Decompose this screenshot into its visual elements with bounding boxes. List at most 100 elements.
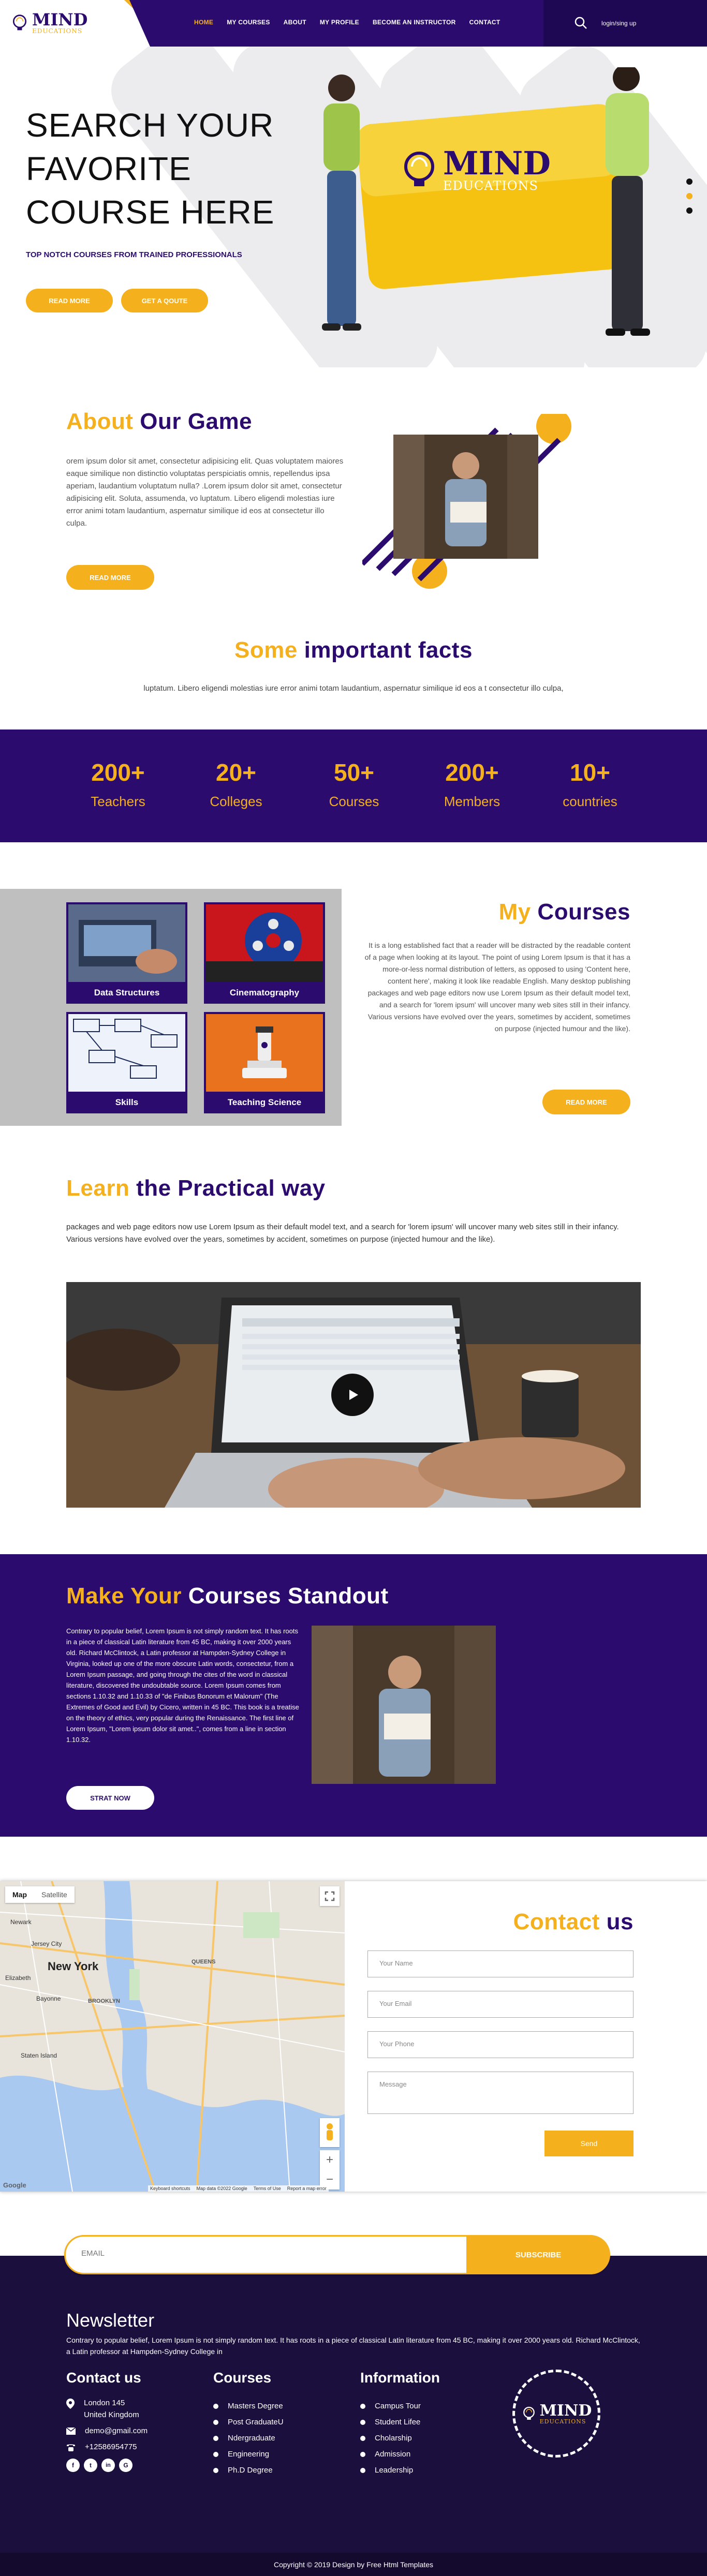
- footer-course-link[interactable]: Engineering: [213, 2450, 284, 2459]
- footer-logo[interactable]: MIND EDUCATIONS: [512, 2370, 600, 2458]
- footer-info-link[interactable]: Leadership: [360, 2466, 421, 2475]
- hero-card-logo: MIND EDUCATIONS: [399, 147, 551, 192]
- standout-title: Make Your Courses Standout: [66, 1583, 389, 1609]
- nav-contact[interactable]: CONTACT: [469, 19, 500, 26]
- course-card-cinematography[interactable]: Cinematography: [204, 902, 325, 1004]
- course-card-skills[interactable]: Skills: [66, 1012, 187, 1113]
- brain-bulb-icon: [12, 14, 27, 31]
- pegman-icon[interactable]: [320, 2118, 340, 2147]
- learn-text: packages and web page editors now use Lo…: [66, 1223, 619, 1244]
- slide-dot[interactable]: [686, 207, 693, 214]
- map-canvas[interactable]: [0, 1881, 345, 2192]
- standout-start-button[interactable]: STRAT NOW: [66, 1786, 154, 1810]
- map-label: QUEENS: [192, 1959, 216, 1965]
- nav-home[interactable]: HOME: [194, 19, 213, 26]
- learn-title: Learn the Practical way: [66, 1175, 326, 1201]
- google-logo: Google: [3, 2181, 26, 2189]
- search-icon[interactable]: [573, 16, 588, 30]
- footer-info-link[interactable]: Admission: [360, 2450, 421, 2459]
- courses-read-more-button[interactable]: READ MORE: [542, 1090, 630, 1114]
- slide-dot-active[interactable]: [686, 193, 693, 199]
- map-label: Newark: [10, 1918, 32, 1926]
- standout-section: Make Your Courses Standout Contrary to p…: [0, 1554, 707, 1837]
- map-label: Staten Island: [21, 2052, 57, 2059]
- facebook-icon[interactable]: f: [66, 2459, 80, 2472]
- nav-my-courses[interactable]: MY COURSES: [227, 19, 270, 26]
- map-label: Elizabeth: [5, 1974, 31, 1982]
- footer-course-link[interactable]: Ph.D Degree: [213, 2466, 284, 2475]
- course-card-teaching-science[interactable]: Teaching Science: [204, 1012, 325, 1113]
- contact-name-field[interactable]: Your Name: [367, 1950, 634, 1977]
- contact-message-field[interactable]: Message: [367, 2072, 634, 2114]
- subscribe-email-input[interactable]: EMAIL: [81, 2249, 105, 2258]
- zoom-out-icon[interactable]: −: [326, 2172, 333, 2187]
- course-card-data-structures[interactable]: Data Structures: [66, 902, 187, 1004]
- footer-courses-list: Masters Degree Post GraduateU Ndergradua…: [213, 2402, 284, 2482]
- course-image: [68, 904, 185, 982]
- footer-info-link[interactable]: Cholarship: [360, 2434, 421, 2443]
- brain-bulb-icon: [404, 152, 434, 186]
- footer-contact-heading: Contact us: [66, 2370, 141, 2386]
- map-tab-map[interactable]: Map: [5, 1886, 34, 1903]
- fullscreen-icon[interactable]: [320, 1886, 340, 1906]
- contact-phone-field[interactable]: Your Phone: [367, 2031, 634, 2058]
- footer-phone[interactable]: +12586954775: [66, 2443, 148, 2451]
- standout-text: Contrary to popular belief, Lorem Ipsum …: [66, 1627, 299, 1744]
- map-tab-satellite[interactable]: Satellite: [34, 1886, 75, 1903]
- footer-info-link[interactable]: Campus Tour: [360, 2402, 421, 2410]
- contact-send-button[interactable]: Send: [544, 2131, 634, 2156]
- course-image: [206, 904, 323, 982]
- map-footer-item[interactable]: Keyboard shortcuts: [150, 2186, 190, 2191]
- phone-icon: [67, 2444, 75, 2451]
- footer-info-link[interactable]: Student Lifee: [360, 2418, 421, 2426]
- subscribe-bar: EMAIL SUBSCRIBE: [64, 2235, 610, 2274]
- linkedin-icon[interactable]: in: [101, 2459, 115, 2472]
- course-image: [68, 1014, 185, 1092]
- about-text: orem ipsum dolor sit amet, consectetur a…: [66, 457, 344, 528]
- login-link[interactable]: login/sing up: [601, 20, 636, 27]
- hero-section: SEARCH YOUR FAVORITE COURSE HERE TOP NOT…: [0, 47, 707, 367]
- facts-text: luptatum. Libero eligendi molestias iure…: [143, 684, 564, 693]
- footer-course-link[interactable]: Ndergraduate: [213, 2434, 284, 2443]
- stats-band: 200+ Teachers 20+ Colleges 50+ Courses 200+…: [0, 729, 707, 842]
- nav-about[interactable]: ABOUT: [284, 19, 306, 26]
- nav-my-profile[interactable]: MY PROFILE: [320, 19, 359, 26]
- hero-illustration: [322, 67, 650, 336]
- mail-icon: [66, 2427, 76, 2435]
- facts-title: Some important facts: [234, 637, 473, 663]
- about-title: About Our Game: [66, 409, 253, 434]
- stat-item: 20+ Colleges: [210, 759, 262, 809]
- main-nav: HOME MY COURSES ABOUT MY PROFILE BECOME …: [194, 19, 500, 26]
- footer-course-link[interactable]: Masters Degree: [213, 2402, 284, 2410]
- course-image: [206, 1014, 323, 1092]
- about-image: [362, 414, 571, 589]
- footer-courses-heading: Courses: [213, 2370, 272, 2386]
- footer-address: London 145 United Kingdom: [66, 2399, 148, 2419]
- footer-course-link[interactable]: Post GraduateU: [213, 2418, 284, 2426]
- map-widget[interactable]: Map Satellite New York BROOKLYN QUEENS J…: [0, 1881, 345, 2192]
- learn-video[interactable]: [66, 1282, 641, 1508]
- twitter-icon[interactable]: t: [84, 2459, 97, 2472]
- hero-subtitle: TOP NOTCH COURSES FROM TRAINED PROFESSIO…: [26, 250, 242, 259]
- zoom-in-icon[interactable]: +: [326, 2153, 333, 2167]
- courses-text: It is a long established fact that a rea…: [364, 941, 630, 1033]
- play-button[interactable]: [331, 1374, 374, 1416]
- google-plus-icon[interactable]: G: [119, 2459, 132, 2472]
- subscribe-button[interactable]: SUBSCRIBE: [466, 2235, 610, 2274]
- stat-item: 200+ Teachers: [91, 759, 145, 809]
- nav-become-instructor[interactable]: BECOME AN INSTRUCTOR: [373, 19, 456, 26]
- contact-email-field[interactable]: Your Email: [367, 1991, 634, 2018]
- map-footer-item[interactable]: Report a map error: [287, 2186, 327, 2191]
- contact-title: Contact us: [513, 1909, 634, 1934]
- play-icon: [349, 1390, 358, 1400]
- footer: Newsletter Contrary to popular belief, L…: [0, 2256, 707, 2576]
- map-footer-item[interactable]: Terms of Use: [254, 2186, 281, 2191]
- hero-read-more-button[interactable]: READ MORE: [26, 289, 113, 312]
- hero-get-quote-button[interactable]: GET A QOUTE: [121, 289, 208, 312]
- header-logo[interactable]: MIND EDUCATIONS: [10, 11, 87, 34]
- about-read-more-button[interactable]: READ MORE: [66, 565, 154, 590]
- course-cards-panel: Data Structures Cinematography Skills Te…: [0, 889, 342, 1126]
- brain-bulb-icon: [523, 2406, 535, 2420]
- footer-email[interactable]: demo@gmail.com: [66, 2426, 148, 2435]
- slide-dot[interactable]: [686, 178, 693, 185]
